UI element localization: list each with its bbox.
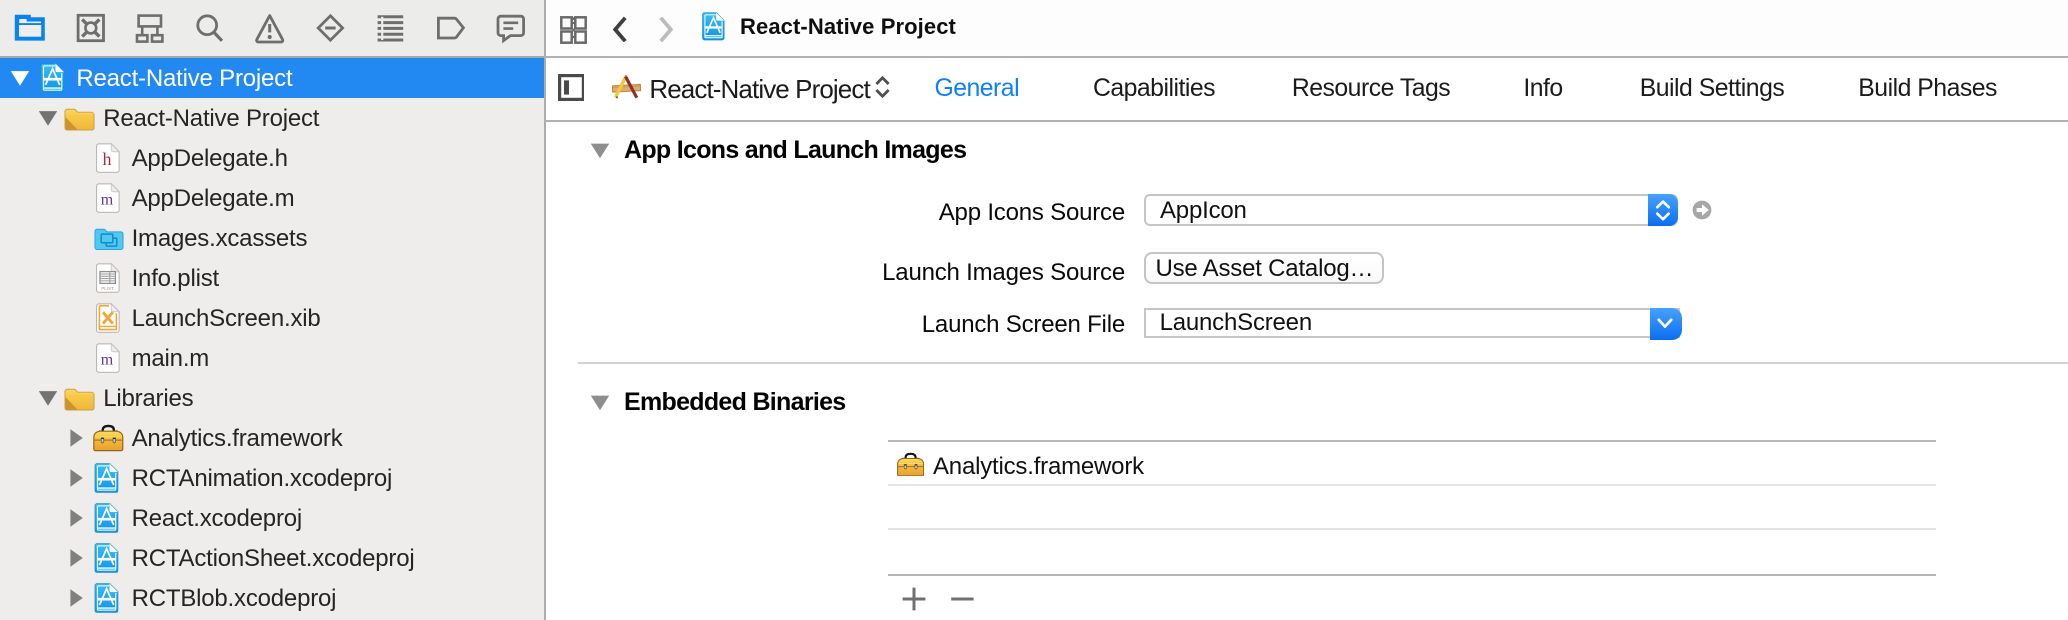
svg-text:h: h [103,149,112,169]
svg-text:m: m [101,192,114,209]
svg-text:PLIST: PLIST [101,286,114,291]
svg-text:m: m [101,352,114,369]
